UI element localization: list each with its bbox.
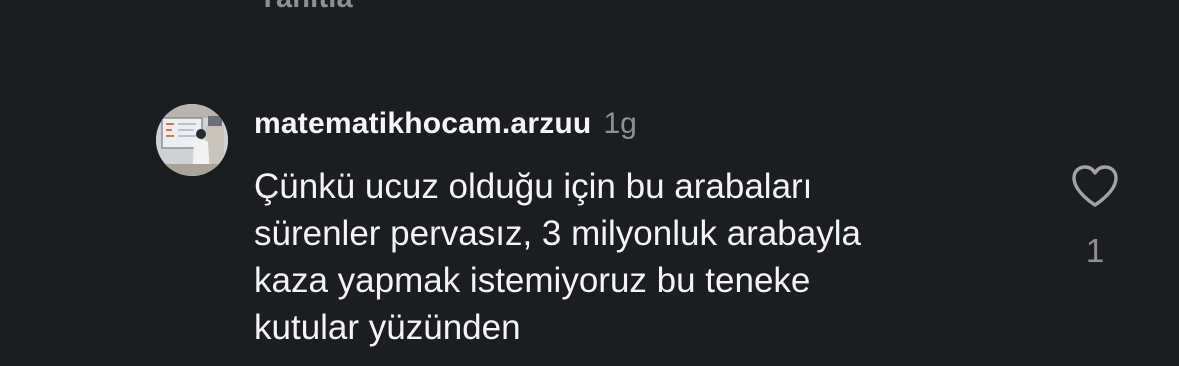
comment-text-line: Çünkü ucuz olduğu için bu arabaları <box>254 167 813 206</box>
comment-text: Çünkü ucuz olduğu için bu arabaları süre… <box>254 163 1034 351</box>
timestamp: 1g <box>603 107 637 140</box>
avatar-image <box>156 104 228 176</box>
heart-outline-icon <box>1072 165 1118 207</box>
comment-header: matematikhocam.arzuu 1g <box>254 107 637 147</box>
comment-text-line: kutular yüzünden <box>254 308 521 347</box>
comment-item: matematikhocam.arzuu 1g Çünkü ucuz olduğ… <box>0 0 1179 366</box>
like-count[interactable]: 1 <box>1070 232 1120 270</box>
comment-text-line: kaza yapmak istemiyoruz bu teneke <box>254 261 811 300</box>
like-button[interactable] <box>1070 163 1120 209</box>
username-link[interactable]: matematikhocam.arzuu <box>254 107 591 141</box>
comment-thread-screen: Yanıtla matematikhocam.a <box>0 0 1179 366</box>
avatar[interactable] <box>156 104 228 176</box>
comment-text-line: sürenler pervasız, 3 milyonluk arabayla <box>254 214 861 253</box>
